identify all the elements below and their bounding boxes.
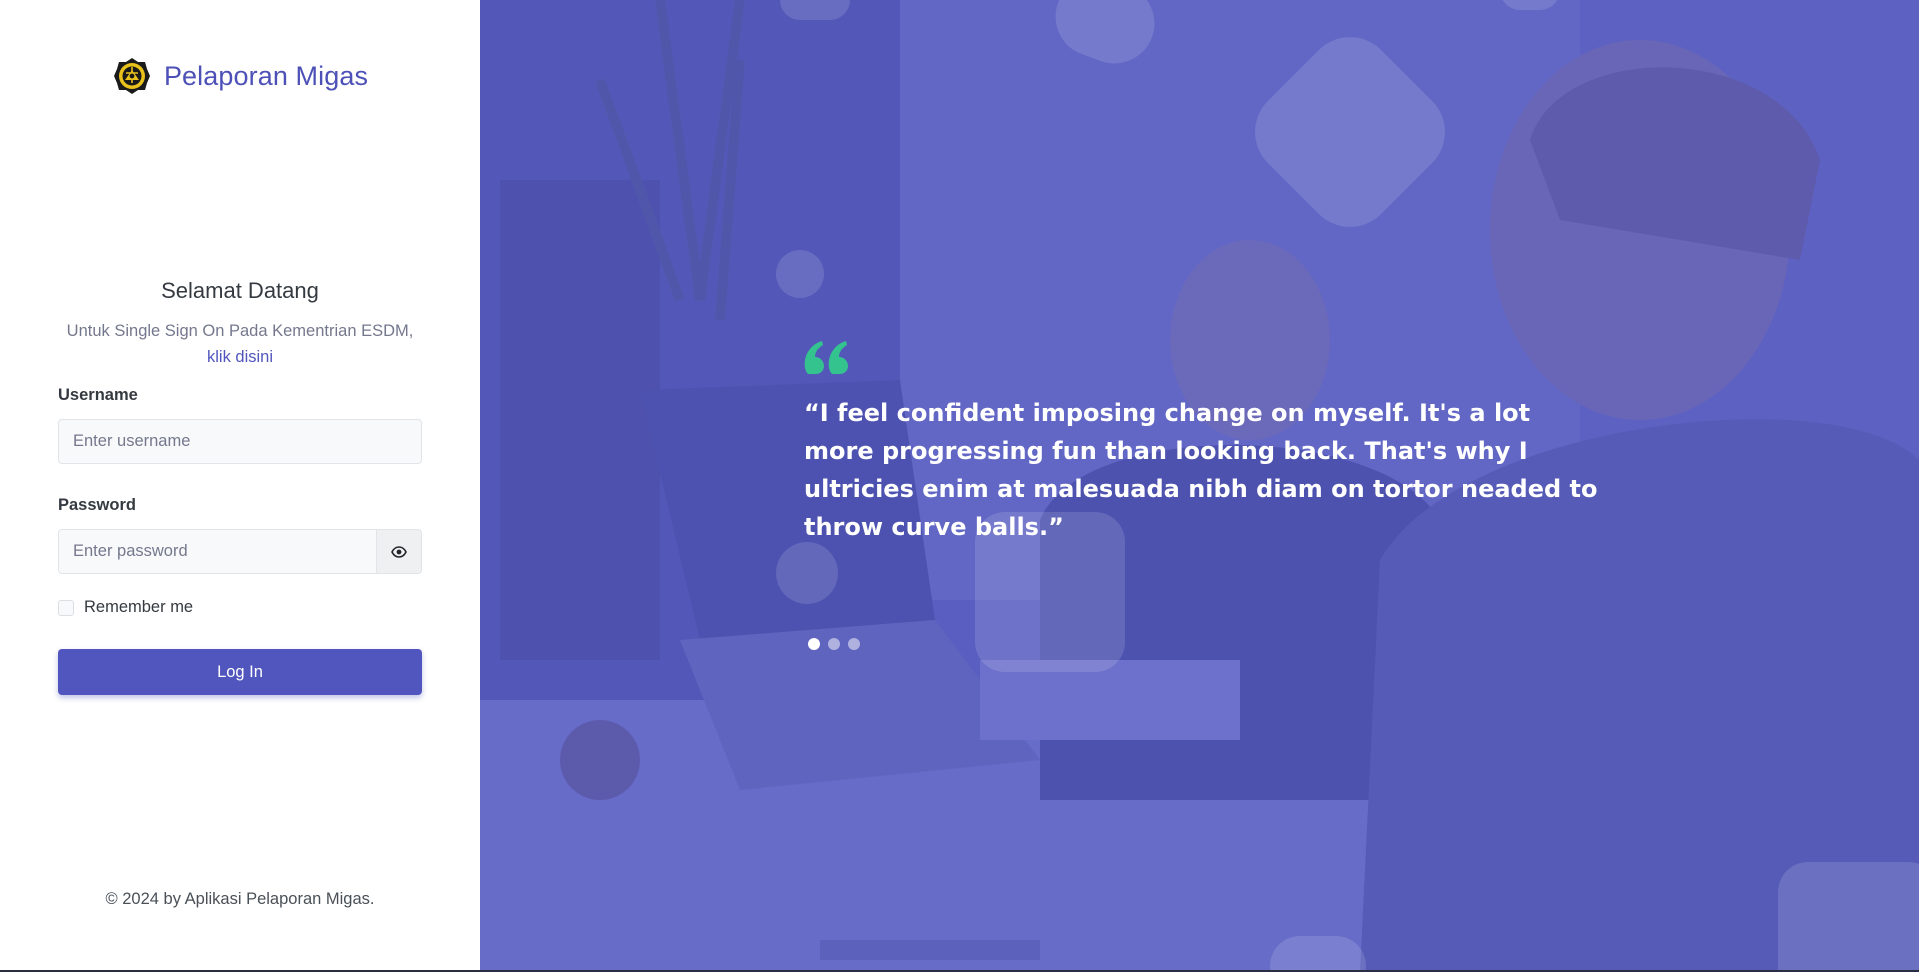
remember-me-row: Remember me xyxy=(58,598,422,617)
app-title: Pelaporan Migas xyxy=(163,60,369,91)
password-group xyxy=(58,529,422,574)
carousel-indicators xyxy=(808,638,860,650)
login-panel: Pelaporan Migas Selamat Datang Untuk Sin… xyxy=(0,0,480,972)
welcome-title: Selamat Datang xyxy=(161,278,319,303)
quote-icon xyxy=(804,341,848,374)
toggle-password-button[interactable] xyxy=(376,529,422,574)
remember-me-label[interactable]: Remember me xyxy=(84,598,193,617)
decorative-bubble xyxy=(776,250,824,298)
carousel-dot-1[interactable] xyxy=(808,638,820,650)
password-label: Password xyxy=(58,496,136,514)
welcome-subtitle: Untuk Single Sign On Pada Kementrian ESD… xyxy=(66,322,414,340)
eye-icon xyxy=(391,545,407,558)
decorative-bubble xyxy=(776,542,838,604)
username-input[interactable] xyxy=(58,419,422,464)
carousel-dot-3[interactable] xyxy=(848,638,860,650)
sso-link[interactable]: klik disini xyxy=(0,344,480,370)
login-form: Username Password Remember me Log In xyxy=(58,386,422,695)
decorative-bubble xyxy=(1778,862,1919,972)
testimonial-quote: “I feel confident imposing change on mys… xyxy=(804,399,1598,541)
decorative-bubble xyxy=(780,0,850,20)
welcome-section: Selamat Datang Untuk Single Sign On Pada… xyxy=(0,278,480,370)
hero-panel: “I feel confident imposing change on mys… xyxy=(480,0,1919,972)
esdm-emblem-icon xyxy=(113,58,150,94)
decorative-bubble xyxy=(1270,936,1366,972)
brand-header: Pelaporan Migas xyxy=(0,56,480,96)
remember-me-checkbox[interactable] xyxy=(58,599,74,616)
carousel-dot-2[interactable] xyxy=(828,638,840,650)
login-button[interactable]: Log In xyxy=(58,649,422,695)
password-input[interactable] xyxy=(58,529,376,574)
testimonial-carousel: “I feel confident imposing change on mys… xyxy=(804,340,1604,546)
username-label: Username xyxy=(58,386,138,404)
footer-copyright: © 2024 by Aplikasi Pelaporan Migas. xyxy=(105,890,375,908)
